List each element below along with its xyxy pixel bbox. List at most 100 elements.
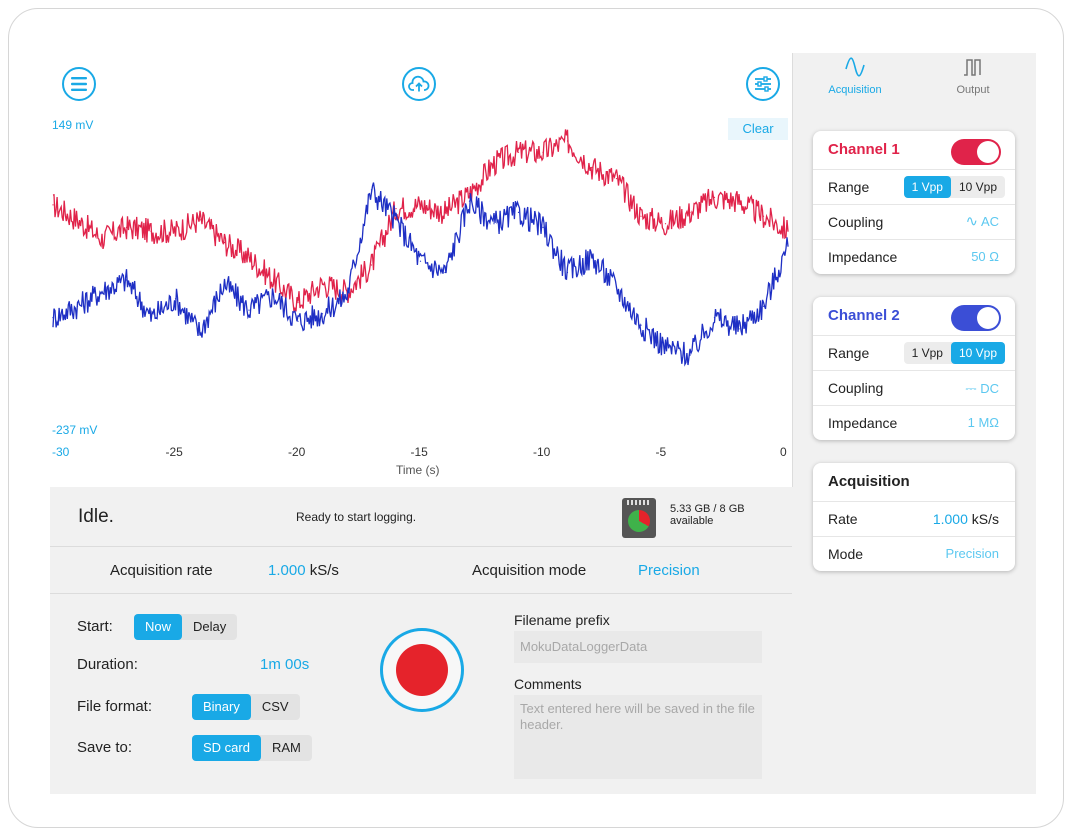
acquisition-card-rate-label: Rate [828,511,858,527]
series-1-point-21 [566,140,569,142]
channel2-range-option-1[interactable]: 10 Vpp [950,342,1005,364]
series-2-point-12 [346,294,348,296]
file-format-option-0[interactable]: Binary [192,694,251,720]
series-1-point-28 [738,200,740,202]
status-bar: Idle. Ready to start logging. 5.33 GB / … [50,488,792,547]
channel1-coupling-row[interactable]: Coupling ∿ AC [813,204,1015,239]
acquisition-rate-label: Acquisition rate [110,562,213,579]
channel2-impedance-row[interactable]: Impedance 1 MΩ [813,405,1015,440]
series-1-point-16 [444,211,446,213]
rate-bar: Acquisition rate 1.000 kS/s Acquisition … [50,547,792,594]
series-2-point-16 [444,271,446,274]
series-2-point-0 [52,317,54,319]
channel2-toggle[interactable] [951,305,1001,331]
channel2-range-row: Range 1 Vpp 10 Vpp [813,335,1015,370]
menu-button[interactable] [62,67,96,101]
series-1-point-1 [76,219,79,221]
series-2-point-28 [738,328,740,330]
channel2-coupling-text: DC [980,381,999,396]
series-1-point-29 [762,215,765,217]
channel2-coupling-row[interactable]: Coupling ⎓ DC [813,370,1015,405]
start-option-0[interactable]: Now [134,614,183,640]
save-to-option-1[interactable]: RAM [261,735,312,761]
file-format-selector[interactable]: Binary CSV [192,694,300,720]
channel1-range-selector[interactable]: 1 Vpp 10 Vpp [903,176,1005,198]
file-format-option-1[interactable]: CSV [251,694,300,720]
comments-input[interactable]: Text entered here will be saved in the f… [514,695,762,779]
x-tick-label: -20 [288,445,306,459]
channel2-range-selector[interactable]: 1 Vpp 10 Vpp [903,342,1005,364]
series-2-point-4 [150,317,152,319]
channel1-range-option-0[interactable]: 1 Vpp [903,176,951,198]
channel2-range-label: Range [828,345,870,361]
x-axis-title: Time (s) [396,463,440,477]
save-to-label: Save to: [77,739,133,756]
x-tick-label: -10 [533,445,551,459]
tab-output-label: Output [956,84,990,96]
save-to-option-0[interactable]: SD card [192,735,261,761]
tab-output[interactable]: Output [933,57,1013,96]
save-to-selector[interactable]: SD card RAM [192,735,312,761]
acquisition-mode-value[interactable]: Precision [638,562,700,579]
acquisition-rate-number: 1.000 [268,562,306,579]
series-1-point-11 [321,283,324,285]
hamburger-icon [71,77,87,91]
settings-button[interactable] [746,67,780,101]
channel1-impedance-row[interactable]: Impedance 50 Ω [813,239,1015,274]
series-1-point-30 [787,230,789,232]
series-1-point-22 [591,166,593,168]
series-1-point-5 [174,230,177,232]
series-2-point-1 [76,305,79,307]
app-screen: 149 mV Clear -237 mV -30 -25 -20 -15 -10 -5 0 … [50,53,1036,794]
channel2-impedance-value: 1 MΩ [967,415,999,430]
series-line-1 [52,129,789,314]
series-2-point-26 [689,354,691,356]
acquisition-rate-row[interactable]: Rate 1.000 kS/s [813,501,1015,536]
storage-available: available [670,515,714,527]
channel1-coupling-label: Coupling [828,214,884,230]
dc-icon: ⎓ [965,380,977,396]
series-2-point-8 [248,309,250,311]
cloud-upload-button[interactable] [402,67,436,101]
series-2-point-6 [199,332,201,334]
series-1-point-7 [223,241,226,244]
series-line-2 [52,182,789,367]
channel2-title-text: Channel 2 [828,307,900,324]
start-selector[interactable]: Now Delay [134,614,238,640]
duration-value[interactable]: 1m 00s [260,656,309,673]
start-option-1[interactable]: Delay [182,614,237,640]
sliders-icon [755,76,771,92]
channel2-range-option-0[interactable]: 1 Vpp [904,342,951,364]
series-2-point-18 [493,223,495,225]
series-2-point-9 [272,294,275,296]
channel1-toggle[interactable] [951,139,1001,165]
filename-prefix-input[interactable]: MokuDataLoggerData [514,631,762,663]
series-2-point-10 [297,320,299,322]
x-tick-label: -25 [165,445,183,459]
series-1-point-27 [713,196,716,198]
channel1-coupling-text: AC [980,214,999,229]
series-1-point-24 [640,215,642,217]
status-state: Idle. [78,506,114,527]
square-wave-icon [964,59,981,76]
channel1-range-option-1[interactable]: 10 Vpp [951,176,1005,198]
series-1-point-2 [101,238,103,240]
storage-pie [628,510,650,532]
record-button[interactable] [380,628,464,712]
acquisition-card-rate-unit: kS/s [971,511,999,527]
tab-acquisition[interactable]: Acquisition [815,57,895,96]
storage-capacity: 5.33 GB / 8 GB [670,503,745,515]
series-1-point-9 [272,279,275,281]
series-1-point-6 [199,219,201,221]
status-message: Ready to start logging. [296,510,417,524]
series-1-point-0 [52,204,54,206]
series-2-point-11 [321,313,324,315]
acquisition-mode-label: Acquisition mode [472,562,587,579]
x-tick-label: -30 [52,445,70,459]
channel2-card: Channel 2 Range 1 Vpp 10 Vpp Coupling ⎓ D… [813,297,1015,440]
plot-area[interactable] [50,113,792,443]
acquisition-rate-value[interactable]: 1.000 kS/s [268,562,339,579]
tab-acquisition-label: Acquisition [828,84,882,96]
acquisition-mode-row[interactable]: Mode Precision [813,536,1015,571]
record-icon [396,644,448,696]
